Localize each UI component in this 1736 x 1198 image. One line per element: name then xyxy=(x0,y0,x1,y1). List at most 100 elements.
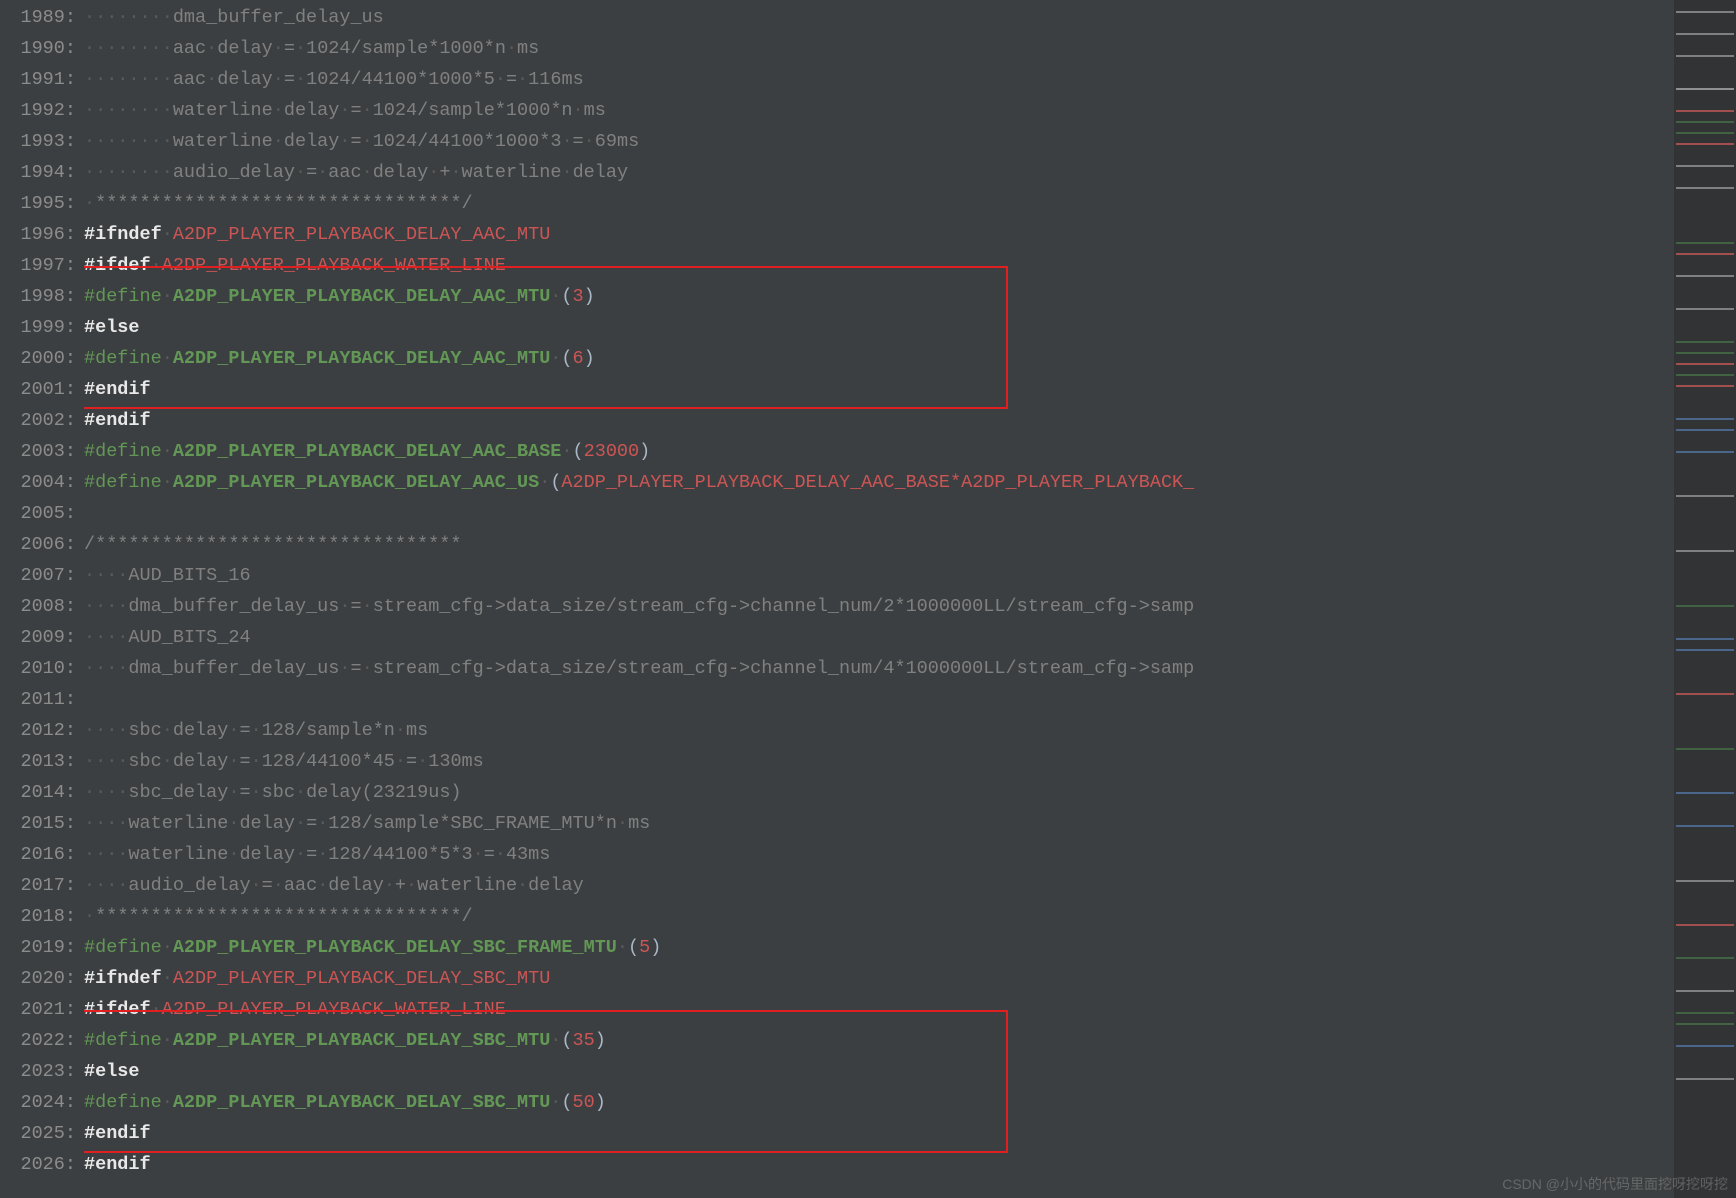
line-number: 2017 xyxy=(4,870,76,901)
minimap-mark xyxy=(1676,341,1734,343)
line-number: 1999 xyxy=(4,312,76,343)
code-line[interactable]: ····waterline·delay·=·128/44100*5*3·=·43… xyxy=(84,839,1674,870)
line-number: 2024 xyxy=(4,1087,76,1118)
code-line[interactable]: #endif xyxy=(84,1149,1674,1180)
token-cm: ms xyxy=(628,813,650,834)
code-line[interactable]: #define·A2DP_PLAYER_PLAYBACK_DELAY_SBC_M… xyxy=(84,1025,1674,1056)
token-ws: ···· xyxy=(84,751,128,772)
token-cm: 1024/44100*1000*5 xyxy=(306,69,495,90)
code-line[interactable]: #endif xyxy=(84,1118,1674,1149)
code-line[interactable]: ····AUD_BITS_24 xyxy=(84,622,1674,653)
code-line[interactable]: #ifdef·A2DP_PLAYER_PLAYBACK_WATER_LINE xyxy=(84,994,1674,1025)
code-line[interactable]: /********************************* xyxy=(84,529,1674,560)
code-line[interactable] xyxy=(84,684,1674,715)
minimap-mark xyxy=(1676,1078,1734,1080)
code-line[interactable]: #else xyxy=(84,312,1674,343)
token-op: ) xyxy=(639,441,650,462)
token-def: #define xyxy=(84,1030,162,1051)
token-ws: · xyxy=(406,875,417,896)
token-ws: · xyxy=(317,162,328,183)
line-number: 1991 xyxy=(4,64,76,95)
minimap-mark xyxy=(1676,143,1734,145)
token-kwb: #else xyxy=(84,317,140,338)
code-line[interactable]: #ifndef·A2DP_PLAYER_PLAYBACK_DELAY_AAC_M… xyxy=(84,219,1674,250)
code-line[interactable]: ····waterline·delay·=·128/sample*SBC_FRA… xyxy=(84,808,1674,839)
token-kwb: #endif xyxy=(84,379,151,400)
code-line[interactable]: #define·A2DP_PLAYER_PLAYBACK_DELAY_SBC_M… xyxy=(84,1087,1674,1118)
token-cm: = xyxy=(284,69,295,90)
code-line[interactable]: #endif xyxy=(84,405,1674,436)
line-number: 2002 xyxy=(4,405,76,436)
code-line[interactable]: ·*********************************/ xyxy=(84,901,1674,932)
code-line[interactable]: #else xyxy=(84,1056,1674,1087)
token-cm: delay xyxy=(284,131,340,152)
token-cm: sbc xyxy=(262,782,295,803)
code-line[interactable]: #ifndef·A2DP_PLAYER_PLAYBACK_DELAY_SBC_M… xyxy=(84,963,1674,994)
code-line[interactable] xyxy=(84,498,1674,529)
token-op: ) xyxy=(595,1092,606,1113)
token-ws: · xyxy=(339,100,350,121)
code-line[interactable]: ····sbc_delay·=·sbc·delay(23219us) xyxy=(84,777,1674,808)
token-mac: A2DP_PLAYER_PLAYBACK_DELAY_SBC_MTU xyxy=(173,1030,550,1051)
token-cm: dma_buffer_delay_us xyxy=(173,7,384,28)
code-line[interactable]: ····dma_buffer_delay_us·=·stream_cfg->da… xyxy=(84,653,1674,684)
token-cm: = xyxy=(239,720,250,741)
code-line[interactable]: #endif xyxy=(84,374,1674,405)
line-number: 1996 xyxy=(4,219,76,250)
code-line[interactable]: ········aac·delay·=·1024/sample*1000*n·m… xyxy=(84,33,1674,64)
minimap[interactable] xyxy=(1674,0,1736,1198)
code-line[interactable]: #define·A2DP_PLAYER_PLAYBACK_DELAY_AAC_U… xyxy=(84,467,1674,498)
token-def: #define xyxy=(84,348,162,369)
code-line[interactable]: #define·A2DP_PLAYER_PLAYBACK_DELAY_AAC_B… xyxy=(84,436,1674,467)
line-number: 2018 xyxy=(4,901,76,932)
token-cm: 1024/sample*1000*n xyxy=(306,38,506,59)
minimap-mark xyxy=(1676,165,1734,167)
line-number: 2023 xyxy=(4,1056,76,1087)
minimap-mark xyxy=(1676,11,1734,13)
token-ws: · xyxy=(228,720,239,741)
token-ws: · xyxy=(395,751,406,772)
code-line[interactable]: ········aac·delay·=·1024/44100*1000*5·=·… xyxy=(84,64,1674,95)
token-cm: + xyxy=(439,162,450,183)
code-line[interactable]: ····sbc·delay·=·128/44100*45·=·130ms xyxy=(84,746,1674,777)
code-area[interactable]: ········dma_buffer_delay_us········aac·d… xyxy=(84,0,1674,1198)
token-ws: · xyxy=(295,782,306,803)
code-line[interactable]: #define·A2DP_PLAYER_PLAYBACK_DELAY_SBC_F… xyxy=(84,932,1674,963)
token-num: 23000 xyxy=(584,441,640,462)
line-number: 2000 xyxy=(4,343,76,374)
line-number: 2006 xyxy=(4,529,76,560)
code-line[interactable]: ····audio_delay·=·aac·delay·+·waterline·… xyxy=(84,870,1674,901)
minimap-mark xyxy=(1676,429,1734,431)
code-line[interactable]: #define·A2DP_PLAYER_PLAYBACK_DELAY_AAC_M… xyxy=(84,281,1674,312)
token-cm: 128/sample*n xyxy=(262,720,395,741)
minimap-mark xyxy=(1676,748,1734,750)
code-line[interactable]: ········dma_buffer_delay_us xyxy=(84,2,1674,33)
code-line[interactable]: ········waterline·delay·=·1024/44100*100… xyxy=(84,126,1674,157)
minimap-mark xyxy=(1676,792,1734,794)
line-number: 1993 xyxy=(4,126,76,157)
line-number: 1992 xyxy=(4,95,76,126)
code-line[interactable]: #ifdef·A2DP_PLAYER_PLAYBACK_WATER_LINE xyxy=(84,250,1674,281)
code-line[interactable]: #define·A2DP_PLAYER_PLAYBACK_DELAY_AAC_M… xyxy=(84,343,1674,374)
token-cm: stream_cfg->data_size/stream_cfg->channe… xyxy=(373,596,1195,617)
token-cm: 1024/sample*1000*n xyxy=(373,100,573,121)
line-number: 2022 xyxy=(4,1025,76,1056)
code-line[interactable]: ·*********************************/ xyxy=(84,188,1674,219)
token-ws: · xyxy=(539,472,550,493)
code-line[interactable]: ····AUD_BITS_16 xyxy=(84,560,1674,591)
token-cm: sbc_delay xyxy=(128,782,228,803)
code-editor[interactable]: 1989199019911992199319941995199619971998… xyxy=(0,0,1736,1198)
token-num: 3 xyxy=(573,286,584,307)
code-line[interactable]: ········audio_delay·=·aac·delay·+·waterl… xyxy=(84,157,1674,188)
minimap-mark xyxy=(1676,308,1734,310)
code-line[interactable]: ····sbc·delay·=·128/sample*n·ms xyxy=(84,715,1674,746)
token-macr: * xyxy=(950,472,961,493)
token-ws: ········ xyxy=(84,69,173,90)
token-cm: = xyxy=(350,596,361,617)
minimap-mark xyxy=(1676,957,1734,959)
token-def: #define xyxy=(84,1092,162,1113)
token-op: ( xyxy=(573,441,584,462)
token-cm: + xyxy=(395,875,406,896)
code-line[interactable]: ········waterline·delay·=·1024/sample*10… xyxy=(84,95,1674,126)
code-line[interactable]: ····dma_buffer_delay_us·=·stream_cfg->da… xyxy=(84,591,1674,622)
